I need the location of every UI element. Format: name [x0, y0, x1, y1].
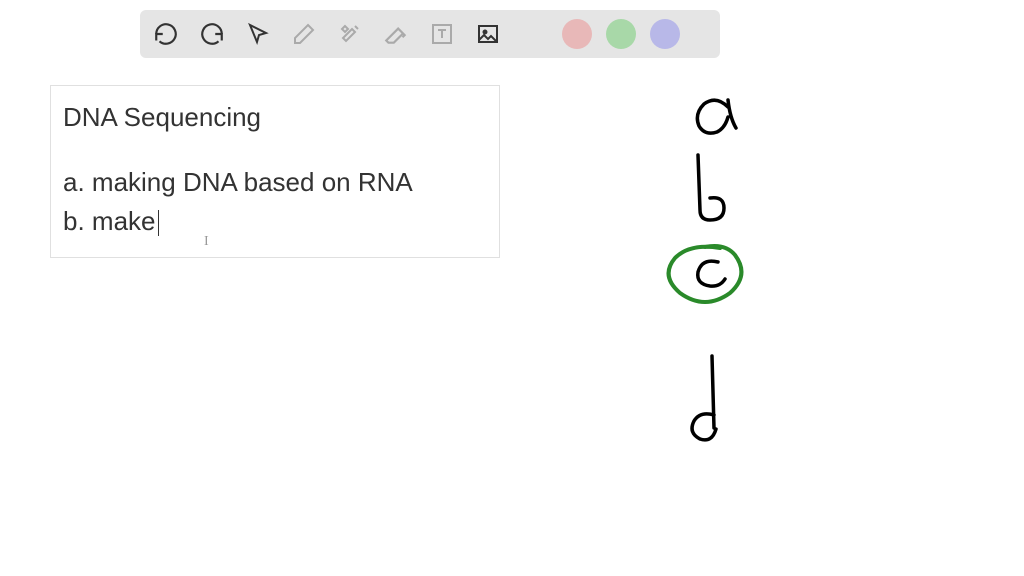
handwritten-d [692, 356, 716, 440]
redo-button[interactable] [196, 18, 228, 50]
color-green[interactable] [606, 19, 636, 49]
text-caret [158, 210, 159, 236]
handwritten-c [698, 261, 725, 286]
text-line-b: b. make [63, 202, 487, 241]
color-purple[interactable] [650, 19, 680, 49]
handwritten-b [698, 155, 724, 220]
circle-around-c [669, 246, 742, 302]
cursor-tool-button[interactable] [242, 18, 274, 50]
color-black[interactable] [518, 19, 548, 49]
undo-button[interactable] [150, 18, 182, 50]
text-input-box[interactable]: DNA Sequencing a. making DNA based on RN… [50, 85, 500, 258]
color-pink[interactable] [562, 19, 592, 49]
tools-button[interactable] [334, 18, 366, 50]
image-tool-button[interactable] [472, 18, 504, 50]
text-tool-button[interactable] [426, 18, 458, 50]
ibeam-cursor-icon: I [204, 234, 209, 250]
toolbar [140, 10, 720, 58]
pen-tool-button[interactable] [288, 18, 320, 50]
text-line-a: a. making DNA based on RNA [63, 163, 487, 202]
eraser-tool-button[interactable] [380, 18, 412, 50]
handwritten-a [697, 100, 736, 133]
text-title: DNA Sequencing [63, 98, 487, 137]
